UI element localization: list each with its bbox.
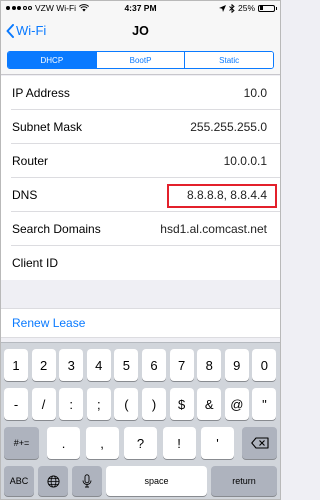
- key-period[interactable]: .: [47, 427, 80, 459]
- key-0[interactable]: 0: [252, 349, 277, 381]
- search-domains-row[interactable]: Search Domains hsd1.al.comcast.net: [11, 212, 280, 246]
- globe-key[interactable]: [38, 466, 68, 496]
- key-quote[interactable]: ": [252, 388, 277, 420]
- key-5[interactable]: 5: [114, 349, 139, 381]
- return-key[interactable]: return: [211, 466, 277, 496]
- key-colon[interactable]: :: [59, 388, 84, 420]
- status-right: 25%: [218, 3, 277, 13]
- key-9[interactable]: 9: [224, 349, 249, 381]
- renew-section: Renew Lease: [1, 308, 280, 338]
- key-8[interactable]: 8: [197, 349, 222, 381]
- router-row: Router 10.0.0.1: [11, 144, 280, 178]
- key-4[interactable]: 4: [86, 349, 111, 381]
- segment-dhcp[interactable]: DHCP: [8, 52, 96, 68]
- key-3[interactable]: 3: [59, 349, 84, 381]
- key-open-paren[interactable]: (: [114, 388, 139, 420]
- key-slash[interactable]: /: [31, 388, 56, 420]
- row-label: Search Domains: [12, 222, 101, 236]
- key-hyphen[interactable]: -: [4, 388, 28, 420]
- row-label: DNS: [12, 188, 38, 202]
- delete-key[interactable]: [242, 427, 277, 459]
- subnet-mask-row: Subnet Mask 255.255.255.0: [11, 110, 280, 144]
- segment-bootp[interactable]: BootP: [95, 52, 185, 68]
- key-7[interactable]: 7: [169, 349, 194, 381]
- key-apostrophe[interactable]: ': [201, 427, 234, 459]
- navigation-bar: Wi-Fi JO: [1, 15, 280, 49]
- microphone-icon: [82, 474, 92, 488]
- ip-mode-segmented-control[interactable]: DHCP BootP Static: [7, 51, 274, 69]
- dictation-key[interactable]: [72, 466, 102, 496]
- segment-bar: DHCP BootP Static: [1, 49, 280, 75]
- bluetooth-icon: [229, 3, 235, 13]
- location-arrow-icon: [218, 4, 226, 12]
- ip-address-value: 10.0: [243, 86, 267, 100]
- backspace-icon: [250, 437, 269, 449]
- abc-key[interactable]: ABC: [4, 466, 34, 496]
- screen: VZW Wi-Fi 4:37 PM 25% Wi-Fi JO DHCP Boot…: [0, 0, 281, 500]
- key-close-paren[interactable]: ): [142, 388, 166, 420]
- row-label: IP Address: [12, 86, 70, 100]
- subnet-mask-value: 255.255.255.0: [190, 120, 267, 134]
- battery-percent: 25%: [237, 3, 255, 13]
- globe-icon: [46, 474, 60, 488]
- key-dollar[interactable]: $: [169, 388, 194, 420]
- symbols-toggle-key[interactable]: #+=: [4, 427, 39, 459]
- battery-icon: [258, 4, 277, 12]
- segment-static[interactable]: Static: [184, 52, 273, 68]
- ip-address-row: IP Address 10.0: [11, 76, 280, 110]
- router-value: 10.0.0.1: [223, 154, 267, 168]
- key-2[interactable]: 2: [31, 349, 56, 381]
- key-at[interactable]: @: [224, 388, 249, 420]
- search-domains-value[interactable]: hsd1.al.comcast.net: [160, 222, 267, 236]
- settings-list: IP Address 10.0 Subnet Mask 255.255.255.…: [1, 76, 280, 280]
- key-question[interactable]: ?: [124, 427, 157, 459]
- row-label: Router: [12, 154, 49, 168]
- dns-highlight-box: [167, 184, 277, 208]
- space-key[interactable]: space: [106, 466, 207, 496]
- renew-lease-button[interactable]: Renew Lease: [12, 316, 85, 330]
- key-exclamation[interactable]: !: [162, 427, 196, 459]
- key-comma[interactable]: ,: [85, 427, 119, 459]
- status-bar: VZW Wi-Fi 4:37 PM 25%: [1, 1, 280, 15]
- row-label: Subnet Mask: [12, 120, 83, 134]
- key-semicolon[interactable]: ;: [86, 388, 111, 420]
- page-title: JO: [132, 24, 149, 38]
- row-label: Client ID: [12, 256, 59, 270]
- dns-row[interactable]: DNS 8.8.8.8, 8.8.4.4: [11, 178, 280, 212]
- client-id-row[interactable]: Client ID: [11, 246, 280, 280]
- key-1[interactable]: 1: [4, 349, 28, 381]
- key-ampersand[interactable]: &: [197, 388, 222, 420]
- numeric-keyboard: 1 2 3 4 5 6 7 8 9 0 - / : ; ( ) $ & @ " …: [1, 342, 280, 499]
- key-6[interactable]: 6: [142, 349, 166, 381]
